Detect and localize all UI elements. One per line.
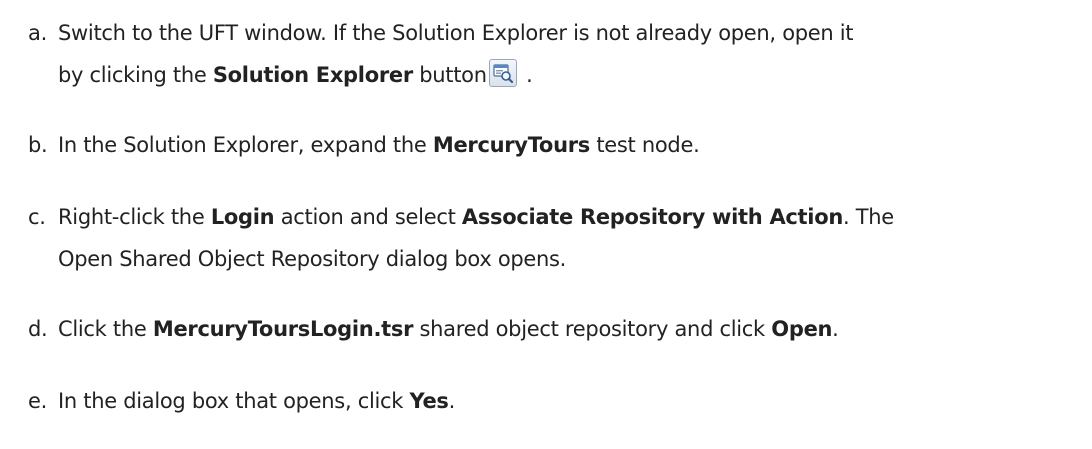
step-marker: a.	[28, 21, 47, 45]
ui-term: Open	[771, 317, 833, 341]
step-marker: c.	[28, 205, 46, 229]
ui-term: MercuryToursLogin.tsr	[152, 317, 414, 341]
ui-term: Yes	[409, 389, 449, 413]
step-text-line: by clicking the Solution Explorer button…	[58, 54, 533, 96]
step-text-line: Switch to the UFT window. If the Solutio…	[58, 21, 854, 45]
ui-term: Login	[210, 205, 275, 229]
step-text-line: Click the MercuryToursLogin.tsr shared o…	[58, 317, 839, 341]
instruction-steps: a. Switch to the UFT window. If the Solu…	[0, 0, 1092, 449]
solution-explorer-icon	[488, 59, 517, 87]
step-marker: e.	[28, 389, 47, 413]
step-text-line: Open Shared Object Repository dialog box…	[58, 247, 567, 271]
ui-term: Solution Explorer	[212, 63, 413, 87]
step-text-line: Right-click the Login action and select …	[58, 205, 894, 229]
step-marker: d.	[28, 317, 48, 341]
step-marker: b.	[28, 133, 48, 157]
step-text-line: In the dialog box that opens, click Yes.	[58, 389, 456, 413]
step-text-line: In the Solution Explorer, expand the Mer…	[58, 133, 700, 157]
ui-term: MercuryTours	[432, 133, 590, 157]
ui-term: Associate Repository with Action	[461, 205, 843, 229]
